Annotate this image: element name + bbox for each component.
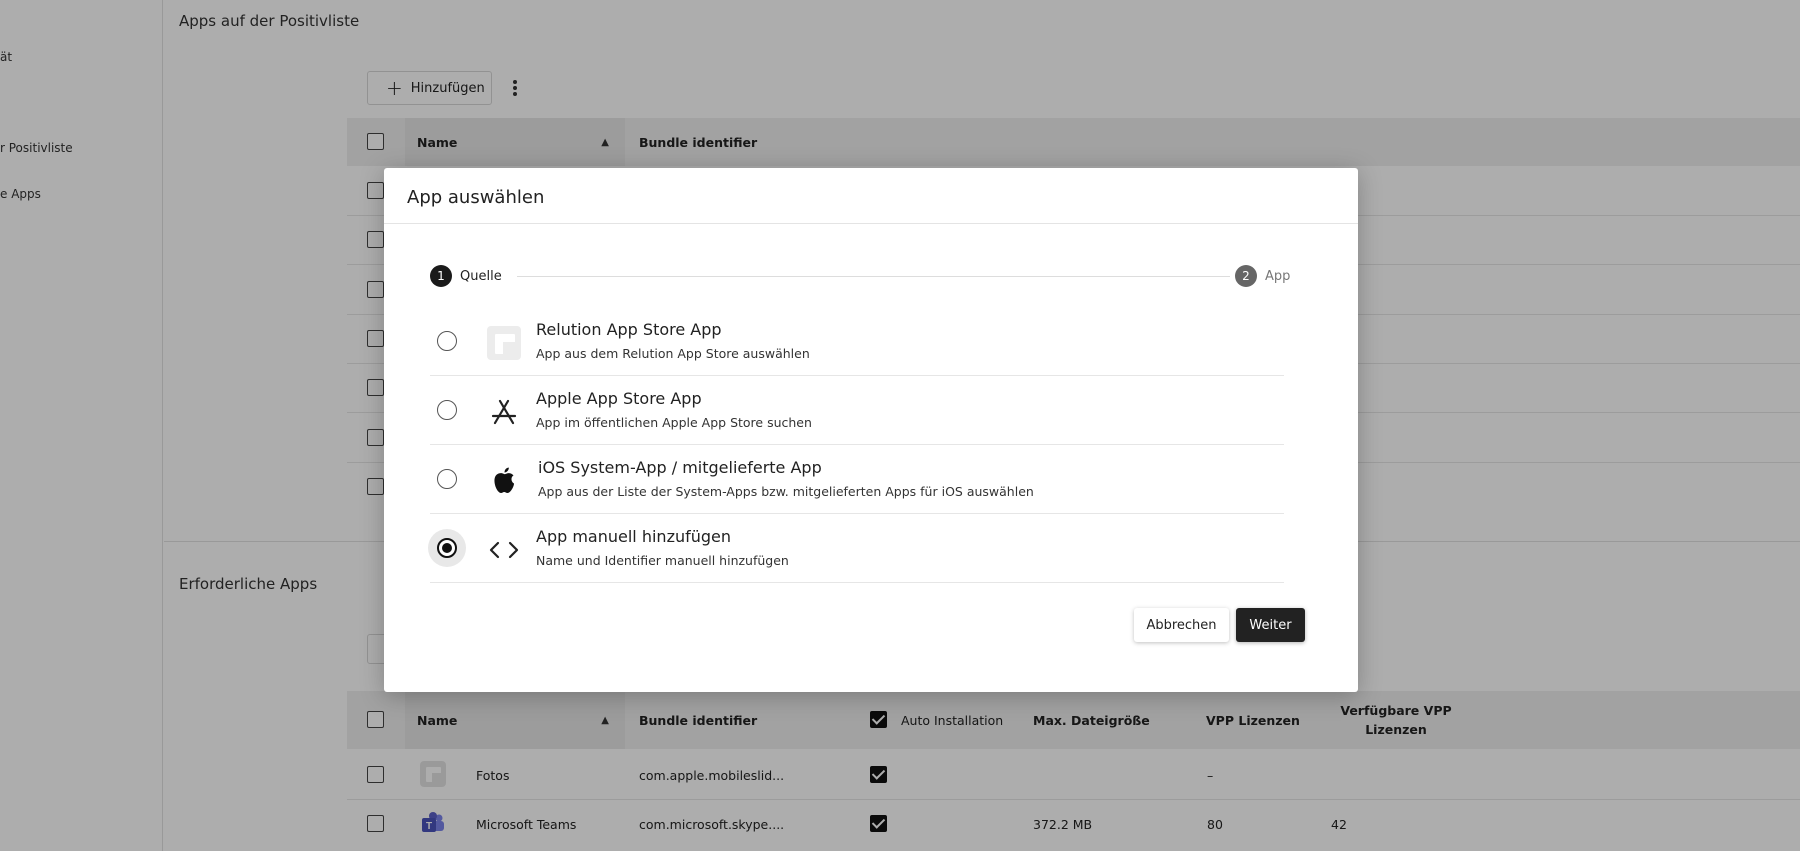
dialog-header-divider	[384, 223, 1358, 224]
step-app-label: App	[1265, 268, 1291, 284]
option-manual-add[interactable]: App manuell hinzufügen Name und Identifi…	[428, 514, 1284, 583]
option-manual-add-title: App manuell hinzufügen	[536, 527, 732, 546]
option-ios-system-app-subtitle: App aus der Liste der System-Apps bzw. m…	[538, 484, 1034, 499]
option-manual-add-subtitle: Name und Identifier manuell hinzufügen	[536, 553, 789, 568]
code-icon	[486, 532, 522, 568]
app-select-dialog: App auswählen 1 Quelle 2 App Relution Ap…	[384, 168, 1358, 692]
app-store-icon	[486, 394, 522, 430]
option-ios-system-app-radio[interactable]	[437, 469, 457, 489]
dialog-title: App auswählen	[407, 187, 545, 208]
stepper-line	[517, 276, 1230, 277]
step-source-label: Quelle	[460, 268, 502, 284]
option-ios-system-app[interactable]: iOS System-App / mitgelieferte App App a…	[430, 445, 1284, 514]
option-relution-subtitle: App aus dem Relution App Store auswählen	[536, 346, 810, 361]
option-apple-app-store-title: Apple App Store App	[536, 389, 702, 408]
option-relution-radio[interactable]	[437, 331, 457, 351]
step-app-number: 2	[1235, 265, 1257, 287]
step-source: 1 Quelle	[430, 265, 502, 287]
option-apple-app-store-subtitle: App im öffentlichen Apple App Store such…	[536, 415, 812, 430]
next-button[interactable]: Weiter	[1236, 608, 1305, 642]
relution-logo-icon	[486, 325, 522, 361]
option-relution-title: Relution App Store App	[536, 320, 722, 339]
option-relution-app-store[interactable]: Relution App Store App App aus dem Relut…	[430, 307, 1284, 376]
option-manual-add-radio[interactable]	[437, 538, 457, 558]
option-ios-system-app-title: iOS System-App / mitgelieferte App	[538, 458, 822, 477]
step-source-number: 1	[430, 265, 452, 287]
step-app: 2 App	[1235, 265, 1290, 287]
option-apple-app-store[interactable]: Apple App Store App App im öffentlichen …	[430, 376, 1284, 445]
apple-icon	[486, 463, 522, 499]
cancel-button[interactable]: Abbrechen	[1134, 608, 1229, 642]
option-apple-app-store-radio[interactable]	[437, 400, 457, 420]
